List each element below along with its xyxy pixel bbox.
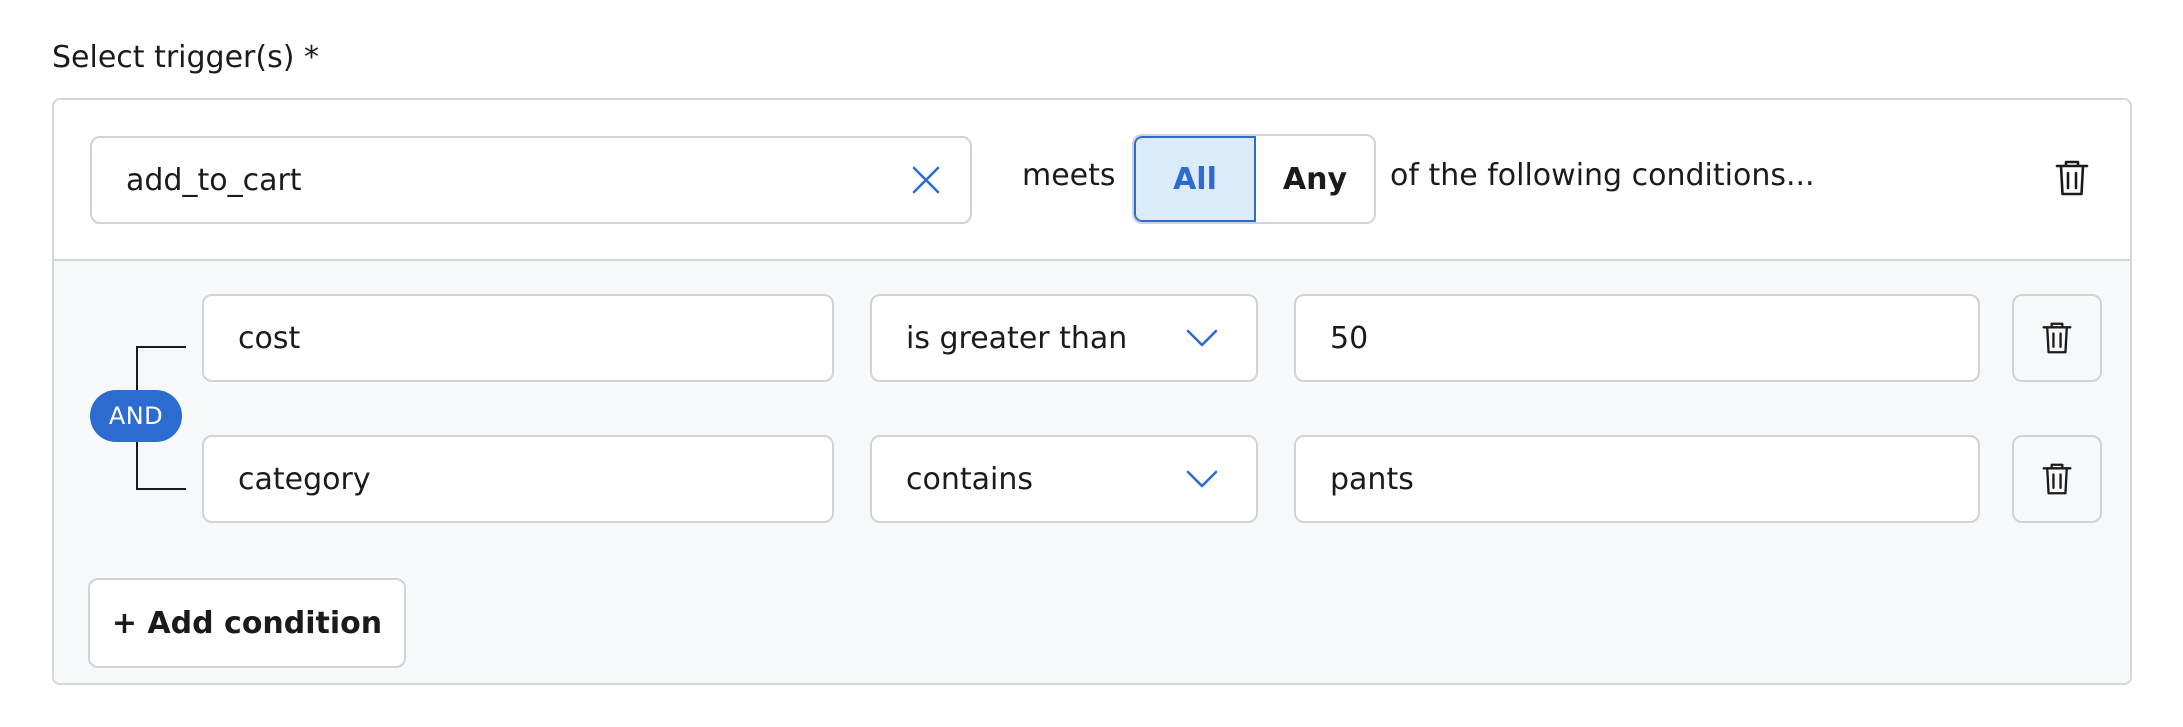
logic-bracket-bottom	[136, 488, 186, 490]
add-condition-button[interactable]: + Add condition	[88, 578, 406, 668]
condition-operator-value: contains	[906, 461, 1033, 497]
condition-operator-select[interactable]: is greater than	[870, 294, 1258, 382]
trash-icon	[2042, 463, 2072, 495]
condition-field-input[interactable]: cost	[202, 294, 834, 382]
condition-value-text: 50	[1330, 320, 1369, 356]
condition-field-value: cost	[238, 320, 301, 356]
condition-field-input[interactable]: category	[202, 435, 834, 523]
logic-operator-badge[interactable]: AND	[90, 390, 182, 442]
condition-operator-value: is greater than	[906, 320, 1128, 356]
delete-condition-button[interactable]	[2012, 294, 2102, 382]
trash-icon	[2042, 322, 2072, 354]
delete-condition-button[interactable]	[2012, 435, 2102, 523]
condition-value-input[interactable]: pants	[1294, 435, 1980, 523]
condition-field-value: category	[238, 461, 371, 497]
chevron-down-icon[interactable]	[1184, 326, 1220, 350]
logic-bracket-top	[136, 346, 186, 348]
condition-value-input[interactable]: 50	[1294, 294, 1980, 382]
trigger-builder: Select trigger(s) * add_to_cart meets Al…	[0, 0, 2183, 727]
section-label: Select trigger(s) *	[52, 40, 319, 75]
conditions-area: AND cost is greater than 50 category con…	[52, 98, 2132, 685]
condition-operator-select[interactable]: contains	[870, 435, 1258, 523]
condition-value-text: pants	[1330, 461, 1414, 497]
chevron-down-icon[interactable]	[1184, 467, 1220, 491]
